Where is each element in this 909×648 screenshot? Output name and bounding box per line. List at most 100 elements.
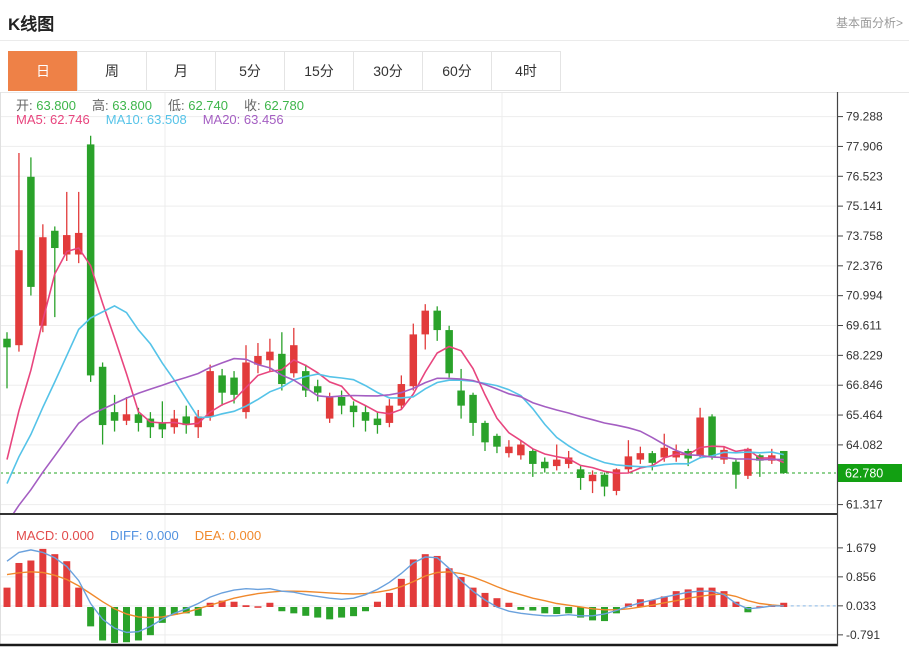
macd-bar (75, 588, 82, 607)
tab-week[interactable]: 周 (77, 51, 147, 91)
candle-body (708, 416, 716, 456)
candle-body (422, 311, 430, 335)
candle-body (51, 231, 59, 248)
ma20-line (7, 359, 784, 524)
axis-tick-label: -0.791 (846, 628, 880, 642)
macd-bar (434, 556, 441, 607)
candle-body (553, 460, 561, 466)
axis-tick-label: 79.288 (846, 110, 883, 124)
macd-bar (314, 607, 321, 618)
candle-body (541, 462, 549, 468)
tab-month[interactable]: 月 (146, 51, 216, 91)
tab-15min[interactable]: 15分 (284, 51, 354, 91)
tab-4hour[interactable]: 4时 (491, 51, 561, 91)
macd-bar (147, 607, 154, 635)
axis-tick-label: 65.464 (846, 408, 883, 422)
candle-body (601, 475, 609, 487)
candle-body (577, 469, 585, 478)
candle-body (493, 436, 501, 447)
current-price-value: 62.780 (845, 467, 883, 481)
macd-bar (374, 602, 381, 607)
axis-tick-label: 66.846 (846, 378, 883, 392)
axis-tick-label: 0.856 (846, 570, 876, 584)
tab-5min[interactable]: 5分 (215, 51, 285, 91)
candle-body (314, 386, 322, 392)
candle-body (135, 414, 143, 423)
tab-day[interactable]: 日 (8, 51, 78, 91)
axis-tick-label: 73.758 (846, 229, 883, 243)
macd-bar (565, 607, 572, 613)
axis-tick-label: 61.317 (846, 498, 883, 512)
macd-bar (541, 607, 548, 613)
axis-tick-label: 0.033 (846, 599, 876, 613)
candle-body (99, 367, 107, 425)
macd-bar (111, 607, 118, 643)
macd-bar (51, 554, 58, 607)
price-axis: 79.288 77.906 76.523 75.141 73.758 72.376 70.9… (838, 110, 884, 642)
candle-body (649, 453, 657, 463)
macd-bar (517, 607, 524, 610)
axis-tick-label: 75.141 (846, 199, 883, 213)
tab-60min[interactable]: 60分 (422, 51, 492, 91)
candle-body (625, 456, 633, 469)
macd-bar (350, 607, 357, 616)
macd-bar (278, 607, 285, 611)
period-tabbar: 日周月5分15分30分60分4时 (8, 51, 909, 91)
macd-bar (39, 549, 46, 607)
candle-body (15, 250, 23, 345)
candle-body (445, 330, 453, 373)
macd-bar (446, 568, 453, 607)
candle-body (111, 412, 119, 421)
macd-bar (266, 603, 273, 607)
macd-bar (4, 588, 11, 607)
macd-bar (15, 563, 22, 607)
candle-body (27, 177, 35, 287)
axis-tick-label: 70.994 (846, 289, 883, 303)
candle-body (266, 352, 274, 361)
fundamental-analysis-link[interactable]: 基本面分析> (836, 14, 903, 31)
macd-bar (505, 603, 512, 607)
candles-layer (3, 136, 787, 497)
macd-bar (338, 607, 345, 618)
macd-bar (99, 607, 106, 640)
page-header: K线图 基本面分析> (0, 0, 909, 41)
kline-chart[interactable]: 79.288 77.906 76.523 75.141 73.758 72.376 70.9… (0, 92, 909, 648)
axis-tick-label: 77.906 (846, 139, 883, 153)
macd-bar (135, 607, 142, 640)
candle-body (3, 339, 11, 348)
candle-body (230, 378, 238, 395)
page-title: K线图 (8, 10, 54, 35)
candle-body (481, 423, 489, 442)
candle-body (410, 334, 418, 386)
macd-bar (362, 607, 369, 611)
macd-bar (529, 607, 536, 611)
candle-body (505, 447, 513, 453)
macd-bar (254, 606, 261, 608)
macd-bar (386, 593, 393, 607)
chart-area: 79.288 77.906 76.523 75.141 73.758 72.376 70.9… (0, 92, 909, 648)
candle-body (732, 462, 740, 475)
macd-bar (458, 577, 465, 607)
macd-bar (326, 607, 333, 619)
macd-bar (243, 605, 250, 607)
macd-bar (302, 607, 309, 616)
axis-tick-label: 72.376 (846, 259, 883, 273)
axis-tick-label: 76.523 (846, 169, 883, 183)
macd-bar (553, 607, 560, 614)
candle-body (87, 144, 95, 375)
candle-body (398, 384, 406, 406)
candle-body (362, 412, 370, 421)
macd-bar (27, 561, 34, 607)
macd-bar (231, 602, 238, 607)
ma5-line (7, 248, 784, 473)
axis-tick-label: 69.611 (846, 319, 882, 333)
tab-30min[interactable]: 30分 (353, 51, 423, 91)
axis-tick-label: 64.082 (846, 438, 883, 452)
candle-body (433, 311, 441, 330)
candle-body (326, 397, 334, 419)
candle-body (218, 375, 226, 392)
macd-bar (398, 579, 405, 607)
axis-tick-label: 1.679 (846, 541, 876, 555)
axis-tick-label: 68.229 (846, 348, 883, 362)
macd-bar (290, 607, 297, 613)
